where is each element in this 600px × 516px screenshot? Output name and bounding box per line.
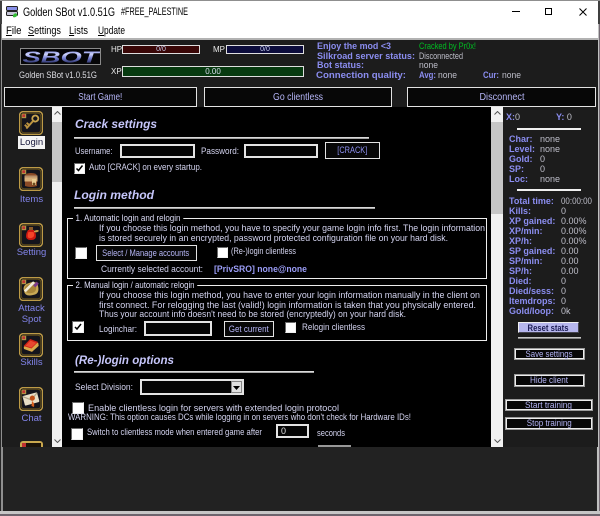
svg-text:SBOT: SBOT — [23, 50, 101, 65]
